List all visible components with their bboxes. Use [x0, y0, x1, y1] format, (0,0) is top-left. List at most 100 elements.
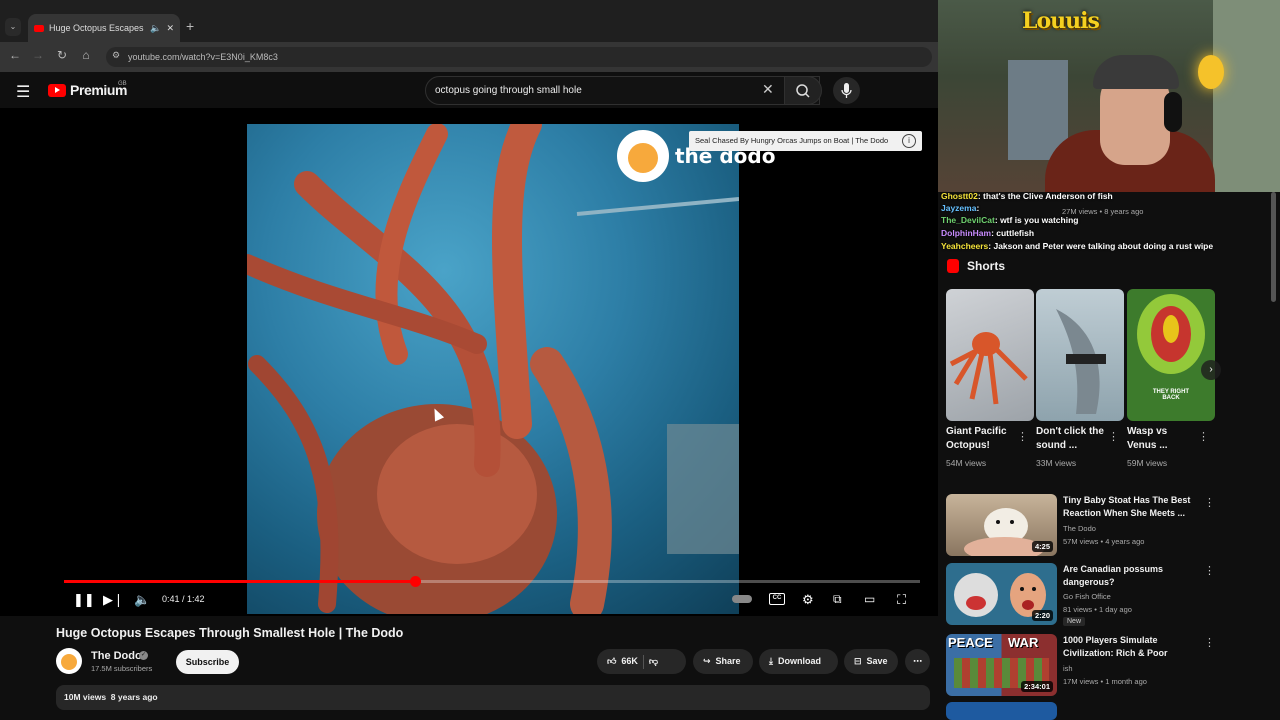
video-meta: 81 views • 1 day ago	[1063, 605, 1132, 614]
subscriber-count: 17.5M subscribers	[91, 664, 153, 673]
clear-search-icon[interactable]: ✕	[762, 81, 774, 98]
more-vertical-icon[interactable]: ⋮	[1204, 496, 1215, 509]
streamer-cap	[1093, 55, 1179, 89]
miniplayer-icon[interactable]: ⧉	[833, 592, 842, 607]
chat-text: wtf is you watching	[1000, 215, 1079, 225]
octopus-thumb	[949, 332, 1028, 405]
dodo-bird-logo-icon	[617, 130, 669, 182]
short-views: 54M views	[946, 458, 987, 468]
search-icon	[796, 84, 810, 98]
description-meta: 10M views 8 years ago	[64, 692, 158, 702]
video-title: Huge Octopus Escapes Through Smallest Ho…	[56, 626, 404, 640]
progress-scrubber-handle[interactable]	[409, 576, 421, 587]
reload-icon[interactable]: ↻	[54, 48, 70, 62]
youtube-favicon-icon	[34, 24, 44, 32]
channel-avatar[interactable]	[56, 648, 82, 674]
video-thumbnail[interactable]: PEACE WAR 2:34:01	[946, 634, 1057, 696]
more-vertical-icon[interactable]: ⋮	[1108, 430, 1119, 443]
short-thumbnail[interactable]	[1036, 289, 1124, 421]
thumbs-down-icon[interactable]: 👎︎	[649, 649, 658, 674]
like-dislike-group: 👍︎ 66K 👎︎	[597, 649, 686, 674]
back-arrow-icon[interactable]: ←	[7, 48, 23, 62]
home-icon[interactable]: ⌂	[78, 48, 94, 62]
settings-gear-icon[interactable]: ⚙	[802, 592, 814, 608]
pause-icon[interactable]: ❚❚	[73, 592, 95, 608]
next-video-icon[interactable]: ▶❘	[103, 592, 124, 608]
video-duration: 2:20	[1031, 610, 1053, 621]
short-overlay-text: THEY RIGHT BACK	[1152, 389, 1190, 401]
search-button[interactable]	[784, 76, 822, 105]
streamer-name-logo: Louuis	[1022, 8, 1100, 34]
video-meta: 17M views • 1 month ago	[1063, 677, 1147, 686]
shorts-next-chevron-icon[interactable]: ›	[1201, 360, 1221, 380]
bookmark-icon: ⊟	[854, 656, 862, 666]
hamburger-menu-icon[interactable]: ☰	[16, 82, 30, 102]
browser-tab[interactable]: Huge Octopus Escapes The 🔈 ✕	[28, 14, 180, 42]
window	[1213, 0, 1280, 192]
video-title-link[interactable]: Tiny Baby Stoat Has The Best Reaction Wh…	[1063, 494, 1203, 520]
thumb-text-peace: PEACE	[948, 635, 993, 650]
wasp-venus-thumb	[1137, 294, 1205, 374]
video-title-link[interactable]: 1000 Players Simulate Civilization: Rich…	[1063, 634, 1203, 660]
forward-arrow-icon[interactable]: →	[30, 48, 46, 62]
autoplay-toggle[interactable]	[732, 595, 752, 603]
microphone-icon	[841, 83, 852, 98]
new-tab-button[interactable]: +	[186, 18, 194, 34]
more-vertical-icon[interactable]: ⋮	[1017, 430, 1028, 443]
verified-check-icon: ✓	[139, 651, 148, 660]
youtube-premium-logo[interactable]: Premium	[48, 82, 128, 98]
short-title[interactable]: Don't click the sound ...	[1036, 425, 1106, 453]
volume-icon[interactable]: 🔈	[134, 592, 150, 608]
info-icon[interactable]: i	[902, 134, 916, 148]
end-card-suggestion[interactable]: Seal Chased By Hungry Orcas Jumps on Boa…	[689, 131, 922, 151]
more-vertical-icon[interactable]: ⋮	[1204, 564, 1215, 577]
chat-message: Ghostt02: that's the Clive Anderson of f…	[941, 191, 1113, 201]
share-arrow-icon: ↪	[703, 656, 711, 666]
more-vertical-icon[interactable]: ⋮	[1198, 430, 1209, 443]
more-actions-button[interactable]: ⋯	[905, 649, 930, 674]
fullscreen-icon[interactable]: ⛶	[897, 592, 906, 608]
site-info-icon[interactable]: ⚙	[112, 50, 120, 61]
video-thumbnail[interactable]	[946, 702, 1057, 720]
video-frame-octopus[interactable]	[247, 124, 739, 614]
video-title-link[interactable]: Are Canadian possums dangerous?	[1063, 563, 1203, 589]
tab-audio-icon[interactable]: 🔈	[150, 23, 161, 34]
video-thumbnail[interactable]: 2:20	[946, 563, 1057, 625]
video-channel[interactable]: The Dodo	[1063, 524, 1096, 533]
url-field[interactable]: youtube.com/watch?v=E3N0i_KM8c3	[106, 47, 932, 67]
video-thumbnail[interactable]: 4:25	[946, 494, 1057, 556]
thumb-text-war: WAR	[1008, 635, 1039, 650]
share-button[interactable]: ↪ Share	[693, 649, 753, 674]
tab-title: Huge Octopus Escapes The	[49, 23, 145, 33]
shorts-icon	[947, 259, 959, 273]
view-count: 10M views	[64, 692, 107, 702]
like-count: 66K	[621, 656, 638, 666]
chat-username: The_DevilCat	[941, 215, 995, 225]
save-button[interactable]: ⊟ Save	[844, 649, 898, 674]
voice-search-button[interactable]	[833, 77, 860, 104]
more-vertical-icon[interactable]: ⋮	[1204, 636, 1215, 649]
chat-text: cuttlefish	[996, 228, 1035, 238]
channel-name[interactable]: The Dodo	[91, 650, 142, 662]
video-channel[interactable]: ish	[1063, 664, 1073, 673]
like-button[interactable]: 👍︎ 66K	[607, 649, 638, 674]
short-title[interactable]: Wasp vs Venus ...	[1127, 425, 1197, 453]
short-thumbnail[interactable]	[946, 289, 1034, 421]
description-box[interactable]	[56, 685, 930, 710]
video-channel[interactable]: Go Fish Office	[1063, 592, 1111, 601]
download-button[interactable]: ⤓ Download	[759, 649, 838, 674]
subscribe-button[interactable]: Subscribe	[176, 650, 239, 674]
theater-mode-icon[interactable]: ▭	[864, 592, 875, 606]
video-duration: 2:34:01	[1021, 681, 1053, 692]
search-input[interactable]: octopus going through small hole	[425, 76, 820, 105]
thumbs-up-icon: 👍︎	[607, 656, 617, 666]
tab-list-chevron-icon[interactable]: ⌄	[5, 18, 21, 36]
subtitles-cc-icon[interactable]: CC	[769, 593, 785, 605]
tab-close-icon[interactable]: ✕	[166, 23, 174, 34]
chat-message: The_DevilCat: wtf is you watching	[941, 215, 1078, 225]
progress-played	[64, 580, 415, 583]
divider	[642, 654, 644, 669]
short-title[interactable]: Giant Pacific Octopus!	[946, 425, 1016, 453]
short-thumbnail[interactable]: THEY RIGHT BACK	[1127, 289, 1215, 421]
scrollbar-thumb[interactable]	[1271, 192, 1276, 302]
